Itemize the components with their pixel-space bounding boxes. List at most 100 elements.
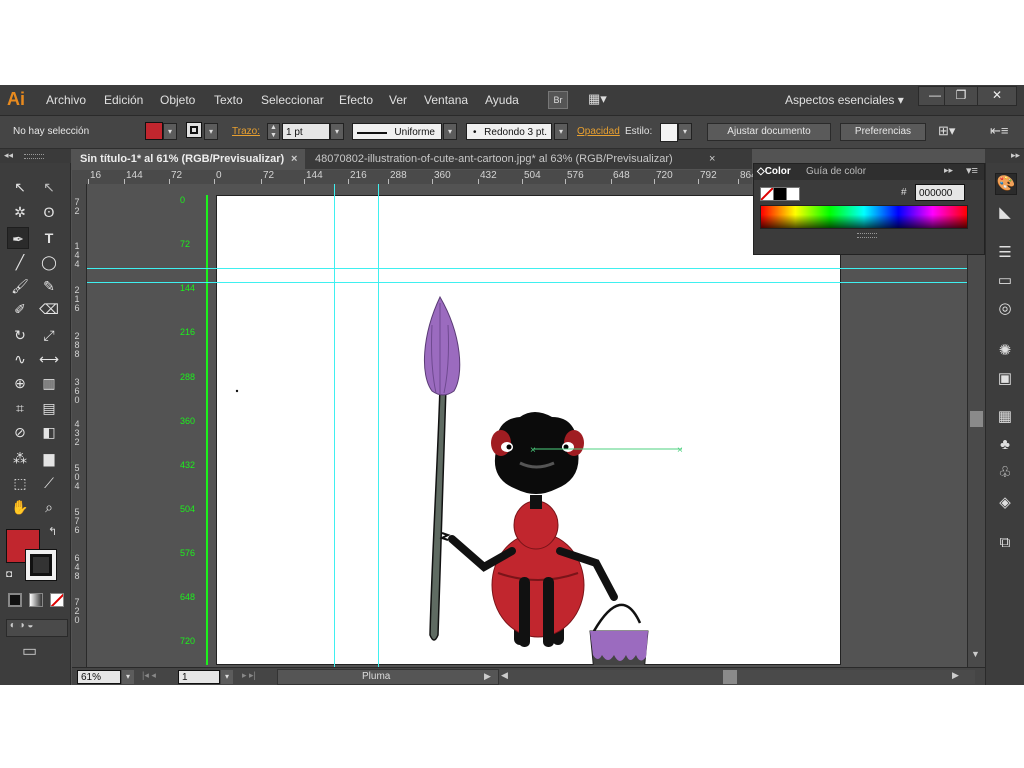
stroke-swatch[interactable] — [186, 122, 202, 138]
align-to-icon[interactable]: ⊞▾ — [938, 123, 955, 139]
gradient-panel-icon[interactable]: ▭ — [995, 271, 1015, 291]
rotate-tool-icon[interactable]: ↻ — [9, 324, 31, 346]
menu-ventana[interactable]: Ventana — [424, 93, 468, 107]
restore-button[interactable]: ❐ — [944, 86, 978, 106]
vertical-guide[interactable] — [334, 184, 335, 667]
hand-tool-icon[interactable]: ✋ — [9, 496, 31, 518]
stroke-weight-field[interactable]: 1 pt — [282, 123, 330, 140]
status-menu-icon[interactable]: ▶ — [484, 671, 491, 682]
default-colors-icon[interactable]: ◘ — [6, 569, 12, 580]
graphic-style-swatch[interactable] — [660, 123, 678, 142]
color-mode-icon[interactable] — [8, 593, 22, 607]
first-artboard-icon[interactable]: |◂ ◂ — [142, 670, 156, 681]
perspective-grid-tool-icon[interactable]: ▥ — [38, 372, 60, 394]
gradient-mode-icon[interactable] — [29, 593, 43, 607]
menu-edicion[interactable]: Edición — [104, 93, 143, 107]
menu-ayuda[interactable]: Ayuda — [485, 93, 519, 107]
fill-dropdown-icon[interactable]: ▾ — [163, 123, 177, 140]
horizontal-guide[interactable] — [87, 282, 967, 283]
eraser-tool-icon[interactable]: ⌫ — [38, 298, 60, 320]
menu-seleccionar[interactable]: Seleccionar — [261, 93, 324, 107]
symbol-sprayer-tool-icon[interactable]: ⁂ — [9, 447, 31, 469]
tab-color[interactable]: ◇Color — [757, 166, 791, 177]
vertical-guide[interactable] — [378, 184, 379, 667]
dock-header[interactable]: ▸▸ — [985, 149, 1024, 163]
artboard-dropdown-icon[interactable]: ▾ — [221, 670, 233, 684]
none-mode-icon[interactable] — [50, 593, 64, 607]
horizontal-scrollbar[interactable]: ◀ ▶ — [499, 670, 975, 684]
stroke-weight-dropdown-icon[interactable]: ▾ — [330, 123, 344, 140]
type-tool-icon[interactable]: T — [38, 227, 60, 249]
scroll-left-icon[interactable]: ◀ — [501, 670, 508, 681]
scroll-right-icon[interactable]: ▶ — [952, 670, 959, 681]
stroke-panel-icon[interactable]: ☰ — [995, 243, 1015, 263]
symbols-panel-icon[interactable]: ♧ — [995, 463, 1015, 483]
shape-builder-tool-icon[interactable]: ⊕ — [9, 372, 31, 394]
close-button[interactable]: ✕ — [977, 86, 1017, 106]
blob-brush-tool-icon[interactable]: ✐ — [9, 298, 31, 320]
layers-panel-icon[interactable]: ◈ — [995, 493, 1015, 513]
zoom-tool-icon[interactable]: ⌕ — [38, 496, 60, 518]
selection-tool-icon[interactable]: ↖ — [9, 176, 31, 198]
variable-width-profile[interactable]: Uniforme — [352, 123, 442, 140]
stroke-dropdown-icon[interactable]: ▾ — [204, 123, 218, 140]
lasso-tool-icon[interactable]: ʘ — [38, 201, 60, 223]
ellipse-tool-icon[interactable]: ◯ — [38, 251, 60, 273]
workspace-switcher[interactable]: Aspectos esenciales ▾ — [785, 93, 904, 107]
stroke-label[interactable]: Trazo: — [232, 126, 260, 137]
scroll-thumb[interactable] — [970, 411, 983, 427]
brushes-panel-icon[interactable]: ♣ — [995, 435, 1015, 455]
artboard-tool-icon[interactable]: ⬚ — [9, 472, 31, 494]
black-swatch[interactable] — [773, 187, 787, 201]
menu-objeto[interactable]: Objeto — [160, 93, 195, 107]
tab-document-2[interactable]: 48070802-illustration-of-cute-ant-cartoo… — [307, 149, 727, 169]
menu-ver[interactable]: Ver — [389, 93, 407, 107]
fill-swatch[interactable] — [145, 122, 163, 140]
last-artboard-icon[interactable]: ▸ ▸| — [242, 670, 256, 681]
toolbar-header[interactable]: ◂◂ — [0, 149, 71, 163]
menu-texto[interactable]: Texto — [214, 93, 243, 107]
scroll-down-icon[interactable]: ▼ — [971, 649, 980, 659]
hscroll-thumb[interactable] — [723, 670, 737, 684]
collapse-icon[interactable]: ▸▸ — [944, 165, 953, 176]
arrange-documents-icon[interactable]: ▦▾ — [588, 91, 616, 107]
color-spectrum[interactable] — [760, 205, 968, 229]
menu-efecto[interactable]: Efecto — [339, 93, 373, 107]
zoom-field[interactable]: 61% — [77, 670, 121, 684]
magic-wand-tool-icon[interactable]: ✲ — [9, 201, 31, 223]
free-transform-tool-icon[interactable]: ⟷ — [38, 348, 60, 370]
panel-menu-icon[interactable]: ⇤≡ — [990, 123, 1008, 139]
warp-tool-icon[interactable]: ∿ — [9, 348, 31, 370]
eyedropper-tool-icon[interactable]: ⊘ — [9, 421, 31, 443]
scale-tool-icon[interactable]: ⤢ — [38, 324, 60, 346]
swatches-panel-icon[interactable]: ▦ — [995, 407, 1015, 427]
paintbrush-tool-icon[interactable]: 🖌 — [9, 275, 31, 297]
gradient-tool-icon[interactable]: ▤ — [38, 397, 60, 419]
close-icon[interactable]: × — [291, 149, 297, 169]
bridge-button[interactable]: Br — [548, 91, 568, 109]
appearance-panel-icon[interactable]: ✺ — [995, 341, 1015, 361]
mesh-tool-icon[interactable]: ⌗ — [9, 397, 31, 419]
ant-artwork[interactable]: × × — [216, 195, 840, 665]
brush-dropdown-icon[interactable]: ▾ — [554, 123, 568, 140]
pen-tool-icon[interactable]: ✒ — [7, 227, 29, 249]
close-icon[interactable]: × — [709, 149, 715, 169]
graphic-styles-icon[interactable]: ▣ — [995, 369, 1015, 389]
blend-tool-icon[interactable]: ◧ — [38, 421, 60, 443]
column-graph-tool-icon[interactable]: ▆ — [38, 447, 60, 469]
preferences-button[interactable]: Preferencias — [840, 123, 926, 141]
stroke-color-box[interactable] — [25, 549, 57, 581]
color-panel-icon[interactable]: 🎨 — [995, 173, 1017, 195]
vertical-ruler[interactable]: 72 144 216 288 360 432 504 576 648 720 — [72, 184, 87, 668]
color-guide-icon[interactable]: ◣ — [995, 203, 1015, 223]
adjust-document-button[interactable]: Ajustar documento — [707, 123, 831, 141]
stroke-stepper[interactable]: ▲ ▼ — [267, 123, 280, 140]
menu-archivo[interactable]: Archivo — [46, 93, 86, 107]
swap-colors-icon[interactable]: ↰ — [48, 525, 57, 538]
zoom-dropdown-icon[interactable]: ▾ — [122, 670, 134, 684]
horizontal-guide[interactable] — [87, 268, 967, 269]
artboard-number-field[interactable]: 1 — [178, 670, 220, 684]
pencil-tool-icon[interactable]: ✎ — [38, 275, 60, 297]
line-tool-icon[interactable]: ╱ — [9, 251, 31, 273]
current-tool-display[interactable]: Pluma ▶ — [277, 669, 499, 685]
